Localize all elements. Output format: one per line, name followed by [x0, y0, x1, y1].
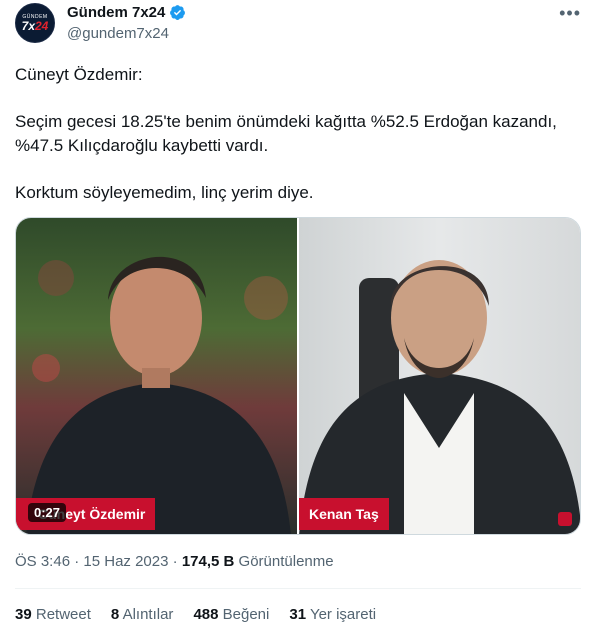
views-count: 174,5 B: [181, 553, 235, 570]
engagement-stats: 39 Retweet 8 Alıntılar 488 Beğeni 31 Yer…: [15, 606, 396, 623]
stat-count: 8: [110, 606, 120, 623]
stat-bookmarks[interactable]: 31 Yer işareti: [289, 606, 376, 623]
user-handle[interactable]: @gundem7x24: [67, 25, 169, 42]
channel-logo-icon: [557, 512, 572, 526]
stat-count: 31: [289, 606, 307, 623]
avatar[interactable]: GÜNDEM 7x24: [15, 3, 55, 43]
avatar-logo: 7x24: [21, 18, 49, 33]
stat-label: Alıntılar: [122, 606, 174, 623]
avatar-logo-a: 7x: [21, 18, 35, 33]
display-name[interactable]: Gündem 7x24: [67, 4, 165, 21]
stat-label: Retweet: [35, 606, 91, 623]
video-player[interactable]: Cüneyt Özdemir 0:27 Kenan Taş: [15, 217, 581, 535]
right-speaker-figure-icon: [299, 260, 580, 534]
stat-likes[interactable]: 488 Beğeni: [193, 606, 269, 623]
name-row: Gündem 7x24: [67, 4, 186, 21]
tweet-text: Cüneyt Özdemir: Seçim gecesi 18.25'te be…: [15, 63, 575, 205]
left-speaker-figure-icon: [26, 256, 291, 534]
stat-quotes[interactable]: 8 Alıntılar: [111, 606, 174, 623]
meta-separator-2: ·: [172, 553, 178, 570]
tweet-header: GÜNDEM 7x24 Gündem 7x24 @gundem7x24 •••: [15, 3, 585, 47]
meta-separator: ·: [74, 553, 80, 570]
avatar-logo-b: 24: [35, 18, 49, 33]
views-label: Görüntülenme: [238, 553, 334, 570]
right-name-tag: Kenan Taş: [298, 498, 389, 530]
more-options-icon[interactable]: •••: [559, 3, 581, 24]
divider-top: [15, 588, 581, 589]
verified-badge-icon: [170, 5, 186, 20]
tweet-meta: ÖS 3:46 · 15 Haz 2023 · 174,5 B Görüntül…: [15, 553, 334, 570]
stat-label: Beğeni: [222, 606, 270, 623]
stat-retweets[interactable]: 39 Retweet: [15, 606, 91, 623]
stat-count: 39: [15, 606, 32, 623]
video-duration: 0:27: [28, 503, 67, 522]
stat-label: Yer işareti: [309, 606, 377, 623]
tweet-time[interactable]: ÖS 3:46: [15, 553, 70, 570]
tweet-line-3: Korktum söyleyemedim, linç yerim diye.: [15, 183, 314, 202]
video-left-pane: Cüneyt Özdemir 0:27: [16, 218, 297, 534]
tweet-line-1: Cüneyt Özdemir:: [15, 65, 143, 84]
stat-count: 488: [193, 606, 219, 623]
tweet-line-2: Seçim gecesi 18.25'te benim önümdeki kağ…: [15, 112, 557, 155]
video-right-pane: Kenan Taş: [298, 218, 580, 534]
tweet-date[interactable]: 15 Haz 2023: [83, 553, 168, 570]
